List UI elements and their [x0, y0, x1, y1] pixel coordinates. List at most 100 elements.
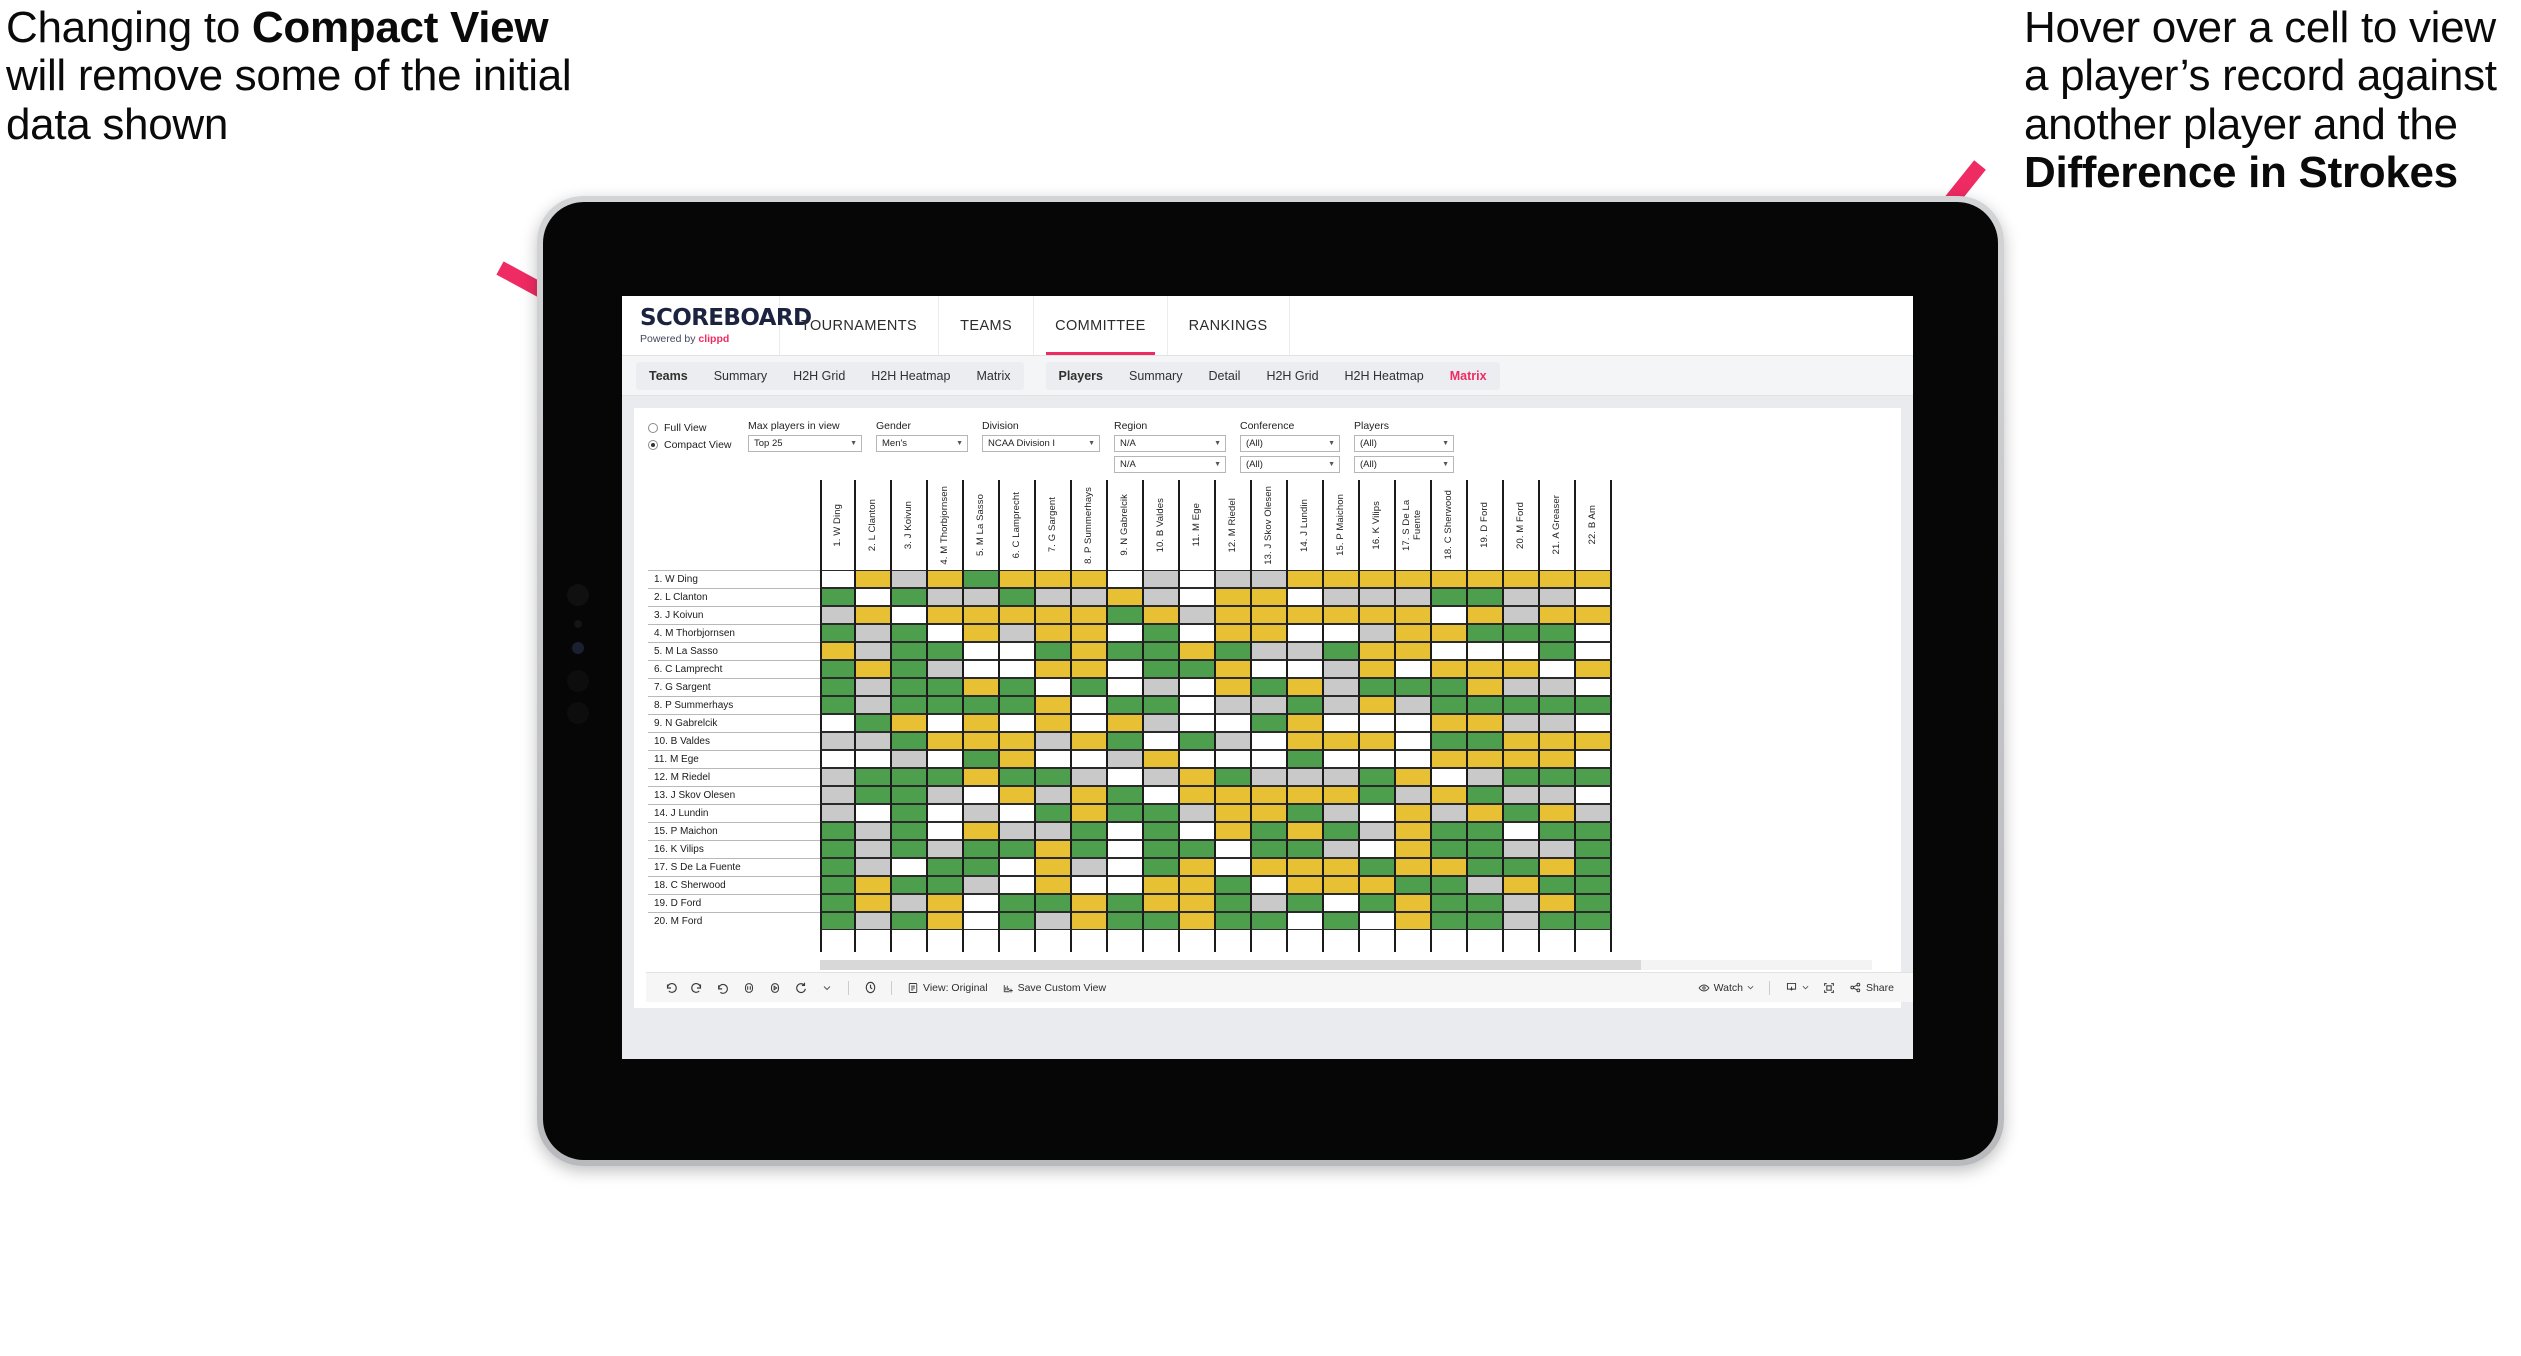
matrix-cell[interactable] — [820, 642, 856, 660]
matrix-cell[interactable] — [928, 624, 964, 642]
matrix-cell[interactable] — [1432, 660, 1468, 678]
matrix-cell[interactable] — [1288, 678, 1324, 696]
matrix-cell[interactable] — [1000, 606, 1036, 624]
matrix-cell[interactable] — [1504, 804, 1540, 822]
matrix-cell[interactable] — [964, 876, 1000, 894]
matrix-cell[interactable] — [1288, 588, 1324, 606]
matrix-cell[interactable] — [1360, 840, 1396, 858]
matrix-cell[interactable] — [892, 642, 928, 660]
matrix-cell[interactable] — [856, 840, 892, 858]
matrix-cell[interactable] — [1288, 876, 1324, 894]
matrix-cell[interactable] — [1000, 822, 1036, 840]
matrix-cell[interactable] — [892, 786, 928, 804]
matrix-cell[interactable] — [1504, 660, 1540, 678]
matrix-cell[interactable] — [1252, 714, 1288, 732]
matrix-cell[interactable] — [820, 570, 856, 588]
matrix-cell[interactable] — [1288, 714, 1324, 732]
matrix-cell[interactable] — [1540, 912, 1576, 930]
filter-select[interactable]: (All) ▼ — [1354, 435, 1454, 452]
matrix-cell[interactable] — [1432, 768, 1468, 786]
matrix-cell[interactable] — [1324, 840, 1360, 858]
matrix-cell[interactable] — [1036, 804, 1072, 822]
matrix-cell[interactable] — [820, 894, 856, 912]
matrix-cell[interactable] — [1360, 588, 1396, 606]
matrix-cell[interactable] — [1576, 660, 1612, 678]
matrix-cell[interactable] — [1000, 804, 1036, 822]
matrix-cell[interactable] — [1396, 606, 1432, 624]
matrix-cell[interactable] — [1072, 588, 1108, 606]
matrix-cell[interactable] — [1576, 840, 1612, 858]
chevron-down-icon[interactable]: ▼ — [1088, 440, 1095, 447]
matrix-cell[interactable] — [1108, 678, 1144, 696]
matrix-cell[interactable] — [856, 606, 892, 624]
matrix-cell[interactable] — [1000, 876, 1036, 894]
matrix-cell[interactable] — [928, 840, 964, 858]
matrix-cell[interactable] — [928, 750, 964, 768]
matrix-cell[interactable] — [1000, 714, 1036, 732]
chevron-down-icon[interactable]: ▼ — [1328, 440, 1335, 447]
matrix-cell[interactable] — [1360, 804, 1396, 822]
matrix-cell[interactable] — [1252, 624, 1288, 642]
matrix-cell[interactable] — [1432, 858, 1468, 876]
matrix-cell[interactable] — [1396, 876, 1432, 894]
chevron-down-icon[interactable] — [814, 975, 840, 1001]
matrix-cell[interactable] — [1000, 660, 1036, 678]
matrix-cell[interactable] — [1288, 750, 1324, 768]
matrix-cell[interactable] — [1216, 732, 1252, 750]
matrix-cell[interactable] — [1540, 804, 1576, 822]
matrix-cell[interactable] — [1144, 912, 1180, 930]
matrix-cell[interactable] — [1288, 822, 1324, 840]
matrix-cell[interactable] — [928, 912, 964, 930]
matrix-cell[interactable] — [1252, 570, 1288, 588]
matrix-cell[interactable] — [1072, 768, 1108, 786]
matrix-cell[interactable] — [1576, 876, 1612, 894]
matrix-cell[interactable] — [1252, 858, 1288, 876]
matrix-cell[interactable] — [1288, 768, 1324, 786]
matrix-cell[interactable] — [1468, 876, 1504, 894]
matrix-cell[interactable] — [928, 660, 964, 678]
matrix-cell[interactable] — [1396, 678, 1432, 696]
matrix-cell[interactable] — [964, 570, 1000, 588]
matrix-cell[interactable] — [856, 714, 892, 732]
subnav-item-h2h-grid[interactable]: H2H Grid — [780, 362, 858, 390]
matrix-cell[interactable] — [1468, 750, 1504, 768]
matrix-cell[interactable] — [928, 876, 964, 894]
matrix-cell[interactable] — [1432, 876, 1468, 894]
matrix-cell[interactable] — [1216, 624, 1252, 642]
matrix-cell[interactable] — [1360, 624, 1396, 642]
matrix-cell[interactable] — [1180, 804, 1216, 822]
refresh-icon[interactable] — [788, 975, 814, 1001]
matrix-cell[interactable] — [1396, 822, 1432, 840]
matrix-cell[interactable] — [1036, 714, 1072, 732]
matrix-cell[interactable] — [1072, 786, 1108, 804]
matrix-cell[interactable] — [1396, 732, 1432, 750]
scoreboard-logo[interactable]: SCOREBOARD Powered by clippd — [622, 296, 812, 355]
matrix-cell[interactable] — [892, 768, 928, 786]
chevron-down-icon[interactable]: ▼ — [1442, 461, 1449, 468]
matrix-cell[interactable] — [1180, 894, 1216, 912]
matrix-cell[interactable] — [1576, 588, 1612, 606]
save-custom-view-button[interactable]: Save Custom View — [995, 982, 1114, 994]
matrix-cell[interactable] — [1540, 660, 1576, 678]
matrix-cell[interactable] — [964, 678, 1000, 696]
matrix-cell[interactable] — [892, 804, 928, 822]
matrix-cell[interactable] — [1216, 858, 1252, 876]
matrix-cell[interactable] — [1288, 624, 1324, 642]
matrix-cell[interactable] — [1108, 606, 1144, 624]
matrix-cell[interactable] — [892, 732, 928, 750]
matrix-cell[interactable] — [856, 876, 892, 894]
matrix-cell[interactable] — [1504, 714, 1540, 732]
matrix-cell[interactable] — [1540, 840, 1576, 858]
matrix-cell[interactable] — [1144, 732, 1180, 750]
matrix-cell[interactable] — [1036, 588, 1072, 606]
matrix-cell[interactable] — [1396, 696, 1432, 714]
matrix-cell[interactable] — [1288, 840, 1324, 858]
matrix-cell[interactable] — [964, 642, 1000, 660]
matrix-cell[interactable] — [1540, 894, 1576, 912]
matrix-cell[interactable] — [1540, 876, 1576, 894]
matrix-cell[interactable] — [1036, 786, 1072, 804]
matrix-cell[interactable] — [1396, 858, 1432, 876]
filter-select[interactable]: Men's ▼ — [876, 435, 968, 452]
matrix-cell[interactable] — [1504, 822, 1540, 840]
filter-select-secondary[interactable]: N/A ▼ — [1114, 456, 1226, 473]
